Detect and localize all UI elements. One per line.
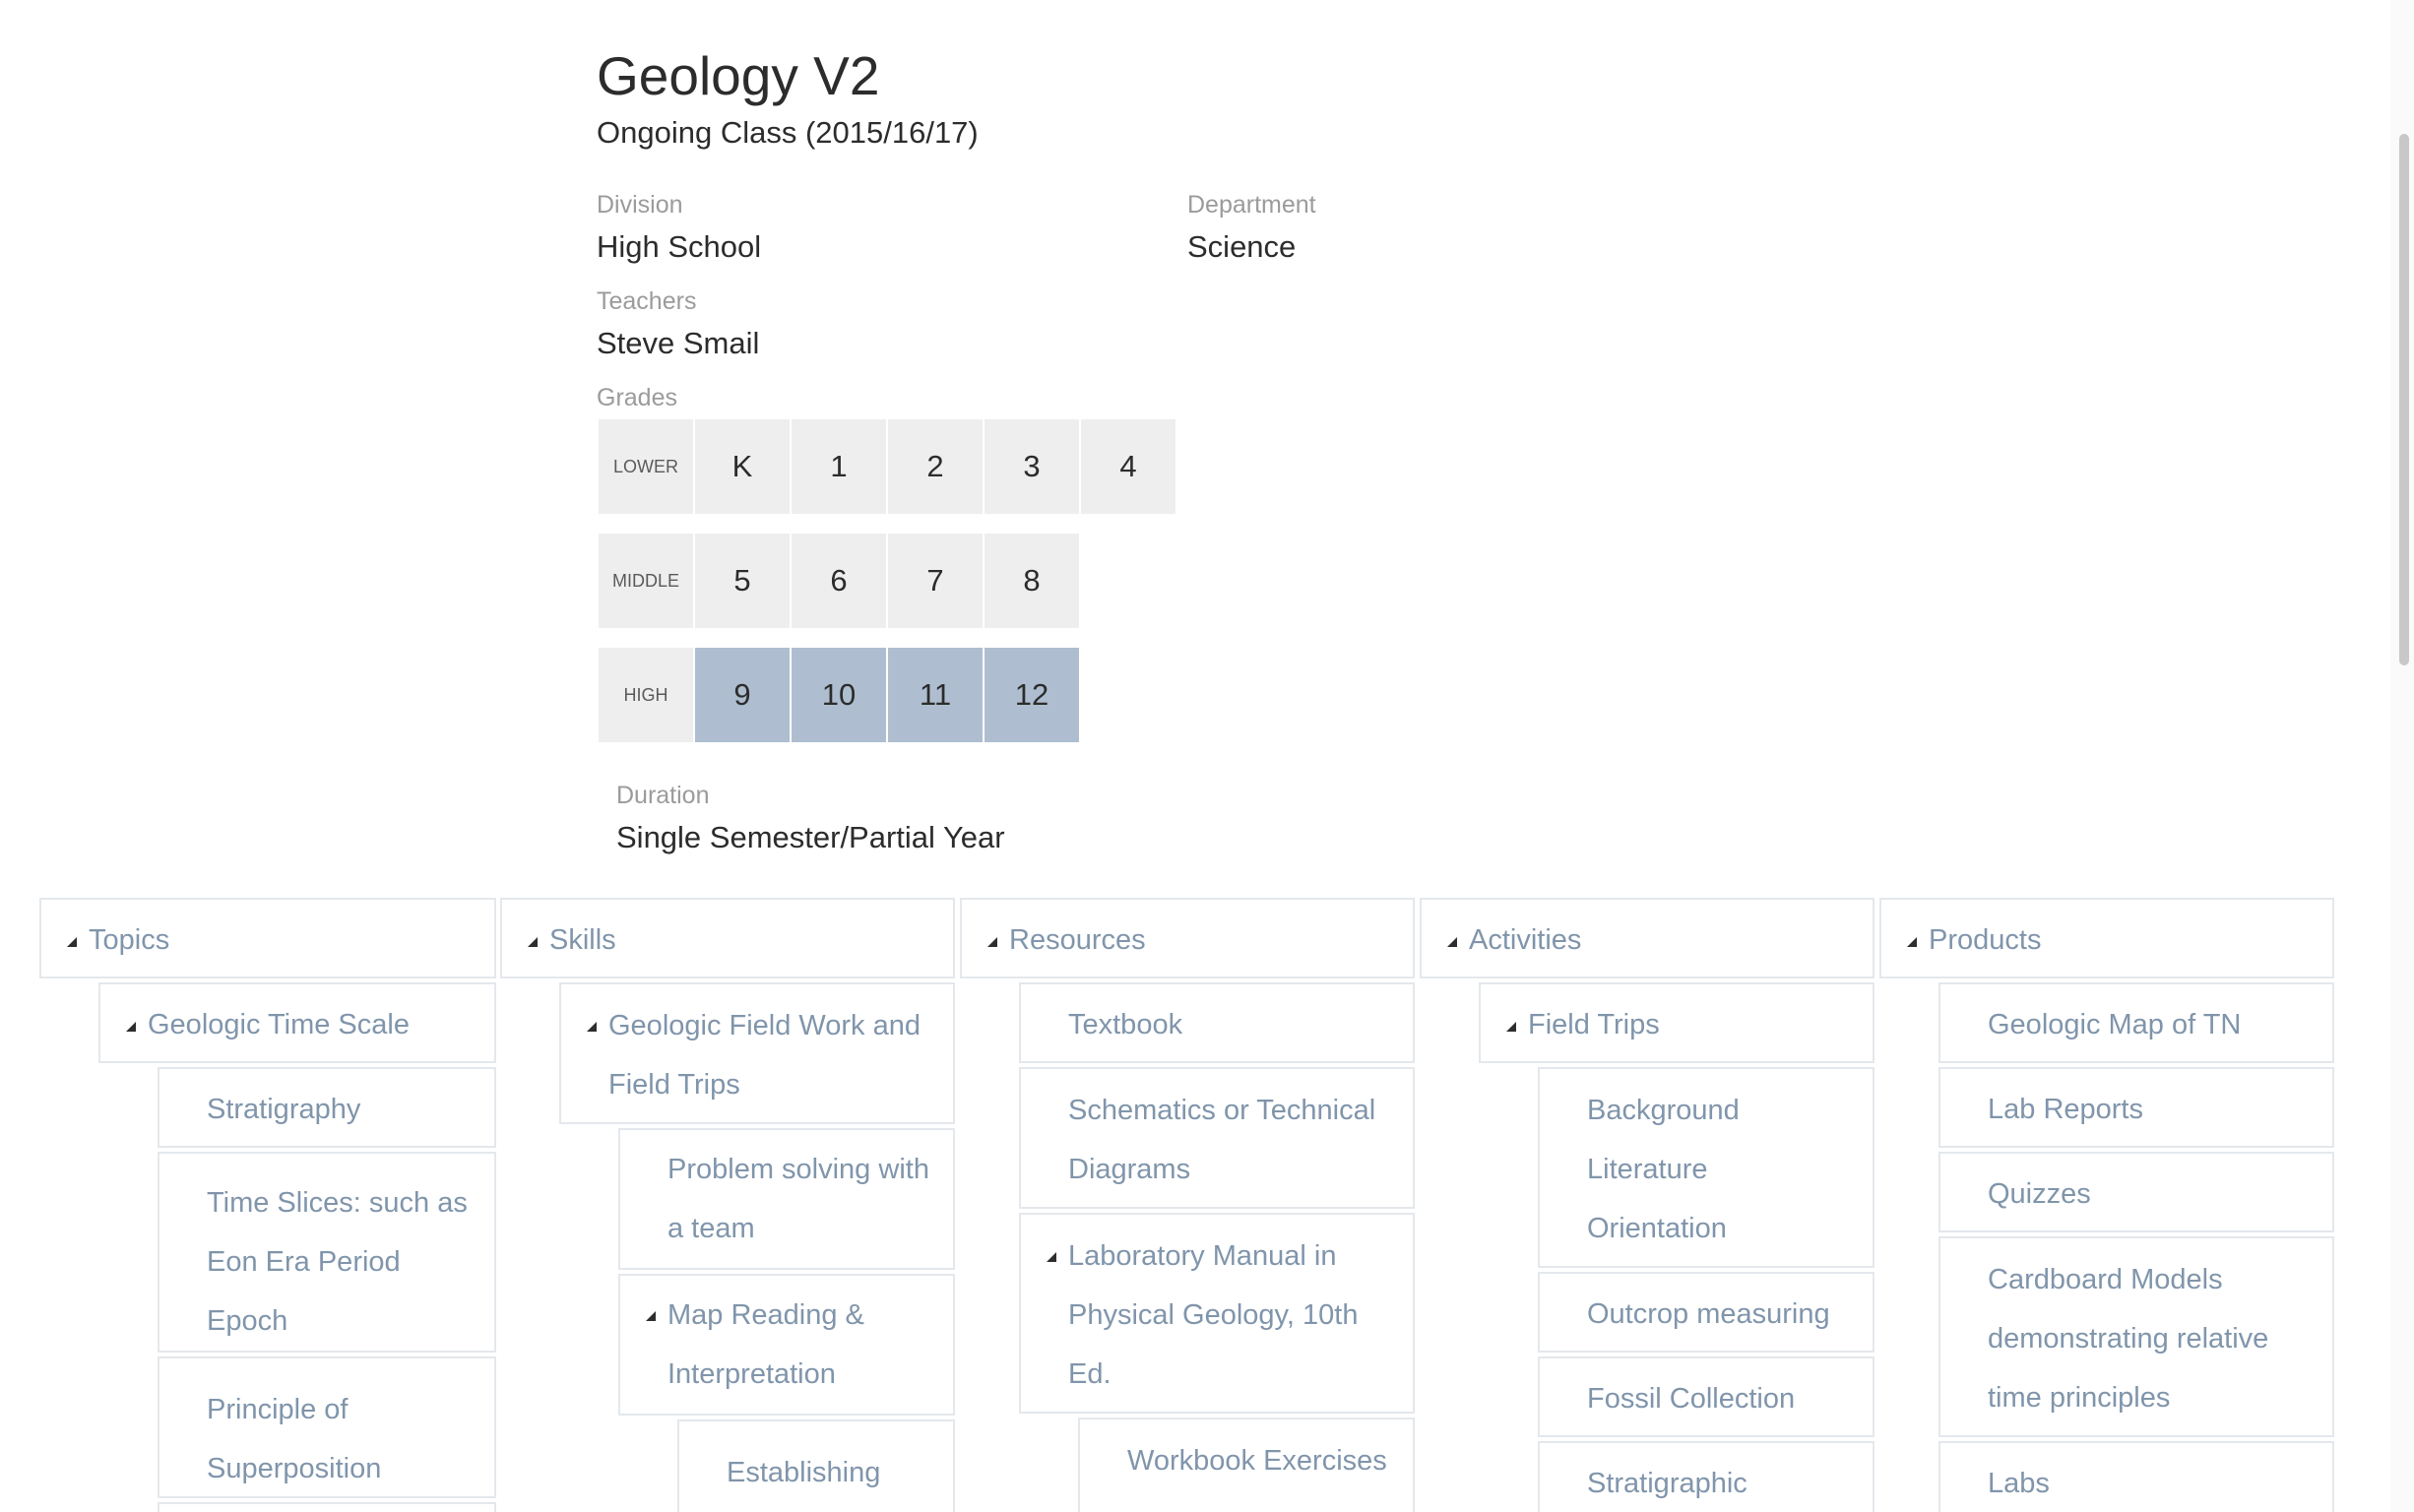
tree-node[interactable]: Geologic Map of TN xyxy=(1938,982,2334,1063)
course-title: Geology V2 xyxy=(597,45,880,106)
tree-node[interactable]: Map Reading & Interpretation xyxy=(618,1274,955,1416)
department-label: Department xyxy=(1187,191,1316,219)
tree-node-label: Geologic Time Scale xyxy=(148,1009,410,1040)
tree-node-label: Geologic Map of TN xyxy=(1988,1009,2242,1040)
course-subtitle: Ongoing Class (2015/16/17) xyxy=(597,115,979,150)
tree-header-resources[interactable]: Resources xyxy=(960,898,1415,978)
tree-node-label: Background Literature Orientation xyxy=(1587,1095,1740,1244)
grade-row-label-high: HIGH xyxy=(599,648,693,742)
tree-node-label: Map Reading & Interpretation xyxy=(667,1299,864,1390)
tree-node[interactable]: Outcrop measuring xyxy=(1538,1272,1874,1353)
tree-node[interactable]: Field Trips xyxy=(1479,982,1874,1063)
tree-node-label: Schematics or Technical Diagrams xyxy=(1068,1095,1376,1185)
tree-node[interactable]: Schematics or Technical Diagrams xyxy=(1019,1067,1415,1209)
tree-node[interactable] xyxy=(158,1502,496,1512)
tree-node-label: Workbook Exercises xyxy=(1127,1445,1387,1477)
tree-node-label: Textbook xyxy=(1068,1009,1183,1040)
tree-node-label: Problem solving with a team xyxy=(667,1154,929,1244)
tree-node-label: Cardboard Models demonstrating relative … xyxy=(1988,1264,2269,1414)
grade-cell-5[interactable]: 5 xyxy=(695,534,790,628)
tree-header-label: Activities xyxy=(1469,924,1582,956)
expand-triangle-icon xyxy=(1907,937,1917,947)
grade-cell-12[interactable]: 12 xyxy=(985,648,1079,742)
grade-cell-1[interactable]: 1 xyxy=(792,419,886,514)
tree-node-label: Principle of Superposition xyxy=(207,1394,382,1484)
tree-node-label: Establishing Proportional xyxy=(727,1457,881,1488)
expand-triangle-icon xyxy=(528,937,538,947)
tree-node-label: Quizzes xyxy=(1988,1178,2091,1210)
tree-node-label: Labs xyxy=(1988,1468,2050,1499)
department-value: Science xyxy=(1187,229,1297,264)
division-value: High School xyxy=(597,229,762,264)
tree-node[interactable]: Labs xyxy=(1938,1441,2334,1512)
duration-value: Single Semester/Partial Year xyxy=(616,820,1005,854)
tree-header-products[interactable]: Products xyxy=(1879,898,2334,978)
tree-node[interactable]: Geologic Field Work and Field Trips xyxy=(559,982,955,1124)
tree-node-label: Stratigraphic xyxy=(1587,1468,1747,1499)
tree-node[interactable]: Stratigraphic xyxy=(1538,1441,1874,1512)
grade-cell-9[interactable]: 9 xyxy=(695,648,790,742)
expand-triangle-icon xyxy=(1447,937,1457,947)
tree-header-topics[interactable]: Topics xyxy=(39,898,496,978)
expand-triangle-icon xyxy=(126,1022,136,1032)
tree-node[interactable]: Establishing Proportional xyxy=(677,1419,955,1512)
grades-label: Grades xyxy=(597,384,677,411)
grade-cell-11[interactable]: 11 xyxy=(888,648,983,742)
grades-grid: LOWER K 1 2 3 4 MIDDLE 5 6 7 8 HIGH 9 10… xyxy=(597,417,1187,742)
tree-node[interactable]: Lab Reports xyxy=(1938,1067,2334,1148)
tree-node[interactable]: Time Slices: such as Eon Era Period Epoc… xyxy=(158,1152,496,1353)
tree-header-label: Topics xyxy=(89,924,170,956)
tree-node[interactable]: Textbook xyxy=(1019,982,1415,1063)
expand-triangle-icon xyxy=(646,1311,656,1321)
grade-cell-8[interactable]: 8 xyxy=(985,534,1079,628)
tree-node-label: Time Slices: such as Eon Era Period Epoc… xyxy=(207,1187,468,1337)
division-label: Division xyxy=(597,191,683,219)
tree-node[interactable]: Principle of Superposition xyxy=(158,1356,496,1498)
tree-header-skills[interactable]: Skills xyxy=(500,898,955,978)
expand-triangle-icon xyxy=(587,1022,597,1032)
tree-node[interactable]: Quizzes xyxy=(1938,1152,2334,1232)
grade-row-label-lower: LOWER xyxy=(599,419,693,514)
tree-header-label: Skills xyxy=(549,924,616,956)
grade-cell-10[interactable]: 10 xyxy=(792,648,886,742)
expand-triangle-icon xyxy=(987,937,997,947)
curriculum-tree: Topics Geologic Time Scale Stratigraphy … xyxy=(0,896,2414,1512)
tree-node-label: Geologic Field Work and Field Trips xyxy=(608,1010,921,1101)
grade-cell-7[interactable]: 7 xyxy=(888,534,983,628)
tree-node-label: Field Trips xyxy=(1528,1009,1660,1040)
tree-node-label: Stratigraphy xyxy=(207,1094,361,1125)
expand-triangle-icon xyxy=(1047,1252,1056,1262)
course-page: Geology V2 Ongoing Class (2015/16/17) Di… xyxy=(0,0,2414,1512)
tree-header-label: Resources xyxy=(1009,924,1146,956)
tree-node[interactable]: Cardboard Models demonstrating relative … xyxy=(1938,1236,2334,1437)
tree-node[interactable]: Fossil Collection xyxy=(1538,1356,1874,1437)
scrollbar-thumb[interactable] xyxy=(2399,134,2409,665)
teachers-value: Steve Smail xyxy=(597,326,760,360)
tree-node-label: Outcrop measuring xyxy=(1587,1298,1830,1330)
tree-header-activities[interactable]: Activities xyxy=(1420,898,1874,978)
tree-node-label: Fossil Collection xyxy=(1587,1383,1796,1415)
teachers-label: Teachers xyxy=(597,287,697,315)
grade-cell-6[interactable]: 6 xyxy=(792,534,886,628)
grade-cell-4[interactable]: 4 xyxy=(1081,419,1175,514)
duration-label: Duration xyxy=(616,782,710,809)
expand-triangle-icon xyxy=(1506,1022,1516,1032)
tree-header-label: Products xyxy=(1929,924,2042,956)
tree-node[interactable]: Background Literature Orientation xyxy=(1538,1067,1874,1268)
tree-node-label: Laboratory Manual in Physical Geology, 1… xyxy=(1068,1240,1359,1390)
tree-node[interactable]: Geologic Time Scale xyxy=(98,982,496,1063)
tree-node[interactable]: Problem solving with a team xyxy=(618,1128,955,1270)
tree-node[interactable]: Workbook Exercises xyxy=(1078,1418,1415,1512)
tree-node[interactable]: Stratigraphy xyxy=(158,1067,496,1148)
grade-row-label-middle: MIDDLE xyxy=(599,534,693,628)
tree-node[interactable]: Laboratory Manual in Physical Geology, 1… xyxy=(1019,1213,1415,1414)
grade-cell-k[interactable]: K xyxy=(695,419,790,514)
grade-cell-2[interactable]: 2 xyxy=(888,419,983,514)
expand-triangle-icon xyxy=(67,937,77,947)
tree-node-label: Lab Reports xyxy=(1988,1094,2143,1125)
grade-cell-3[interactable]: 3 xyxy=(985,419,1079,514)
